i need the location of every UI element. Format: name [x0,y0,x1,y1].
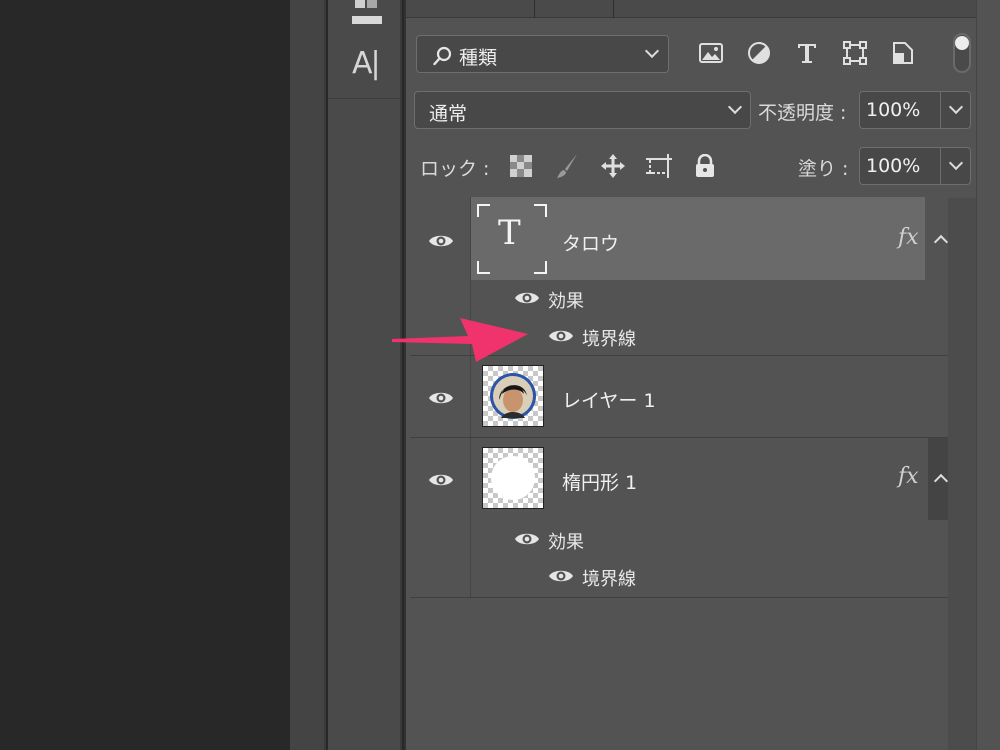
panel-tabs-bar [406,0,978,18]
chevron-down-icon [644,43,660,59]
fx-icon[interactable]: fx [898,225,919,250]
eye-icon[interactable] [548,568,574,584]
stroke-effect-label[interactable]: 境界線 [582,565,636,591]
eye-icon[interactable] [548,328,574,344]
fx-icon[interactable]: fx [898,464,919,489]
field-divider [940,92,941,128]
fill-value[interactable]: 100% [866,155,920,177]
lock-all-icon[interactable] [690,152,720,180]
eye-icon[interactable] [428,233,454,249]
lock-artboard-icon[interactable] [644,152,674,180]
panel-scrollbar[interactable] [976,0,1000,750]
ellipse-shape [491,456,535,500]
effects-label[interactable]: 効果 [548,528,584,554]
tool-separator [328,98,400,99]
layer-row-text[interactable]: T タロウ fx [410,197,949,280]
layer-filter-select[interactable]: 種類 [416,35,669,73]
chevron-down-icon [727,99,743,115]
text-layer-glyph: T [498,213,521,253]
text-tool-icon[interactable]: A| [352,46,381,81]
tool-strip [328,0,402,750]
layer-thumbnail [482,447,544,509]
eye-icon[interactable] [428,472,454,488]
image-filter-icon[interactable] [698,40,724,66]
lock-transparent-pixels-icon[interactable] [506,152,536,180]
layer-row-ellipse[interactable]: 楕円形 1 fx [410,438,949,520]
blend-mode-value: 通常 [429,103,468,125]
chevron-down-icon[interactable] [948,99,964,115]
layer-name[interactable]: レイヤー 1 [562,386,656,413]
layer-row-image[interactable]: レイヤー 1 [410,356,948,437]
filter-icons [698,40,916,66]
chevron-down-icon[interactable] [948,155,964,171]
layer-name[interactable]: タロウ [562,229,619,256]
opacity-field[interactable]: 100% [859,91,971,129]
filter-kind-label: 種類 [459,47,498,69]
blend-mode-select[interactable]: 通常 [414,91,751,129]
field-divider [940,148,941,184]
eye-icon[interactable] [428,390,454,406]
face-photo [490,373,536,419]
collapse-caret-icon[interactable] [933,234,949,250]
eye-icon[interactable] [514,290,540,306]
lock-image-pixels-icon[interactable] [552,152,582,180]
3d-object-icon[interactable] [352,0,382,26]
adjustment-filter-icon[interactable] [746,40,772,66]
lock-icons [506,152,720,180]
fill-label: 塗り : [798,158,849,180]
layer-thumbnail [482,365,544,427]
tab-divider [534,0,535,18]
layers-panel: 種類 通常 不透明度 : 100% ロック : 塗り: 100% T タロウ … [404,0,1000,750]
effects-label[interactable]: 効果 [548,287,584,313]
layer-effects-group: 効果 境界線 [410,520,948,597]
annotation-arrow [392,318,528,362]
layers-scroll-track [948,198,978,750]
eye-icon[interactable] [514,531,540,547]
tab-divider [613,0,614,18]
canvas-area [0,0,290,750]
tool-gutter [290,0,326,750]
opacity-value[interactable]: 100% [866,99,920,121]
opacity-label: 不透明度 : [758,102,847,124]
fill-field[interactable]: 100% [859,147,971,185]
stroke-effect-label[interactable]: 境界線 [582,325,636,351]
smart-object-filter-icon[interactable] [890,40,916,66]
layer-name[interactable]: 楕円形 1 [562,468,637,495]
search-icon [433,46,452,66]
toggle-knob [955,36,969,50]
lock-label: ロック : [420,158,490,180]
type-filter-icon[interactable] [794,40,820,66]
filter-toggle[interactable] [953,33,971,73]
row-divider [410,597,948,598]
lock-position-icon[interactable] [598,152,628,180]
shape-filter-icon[interactable] [842,40,868,66]
